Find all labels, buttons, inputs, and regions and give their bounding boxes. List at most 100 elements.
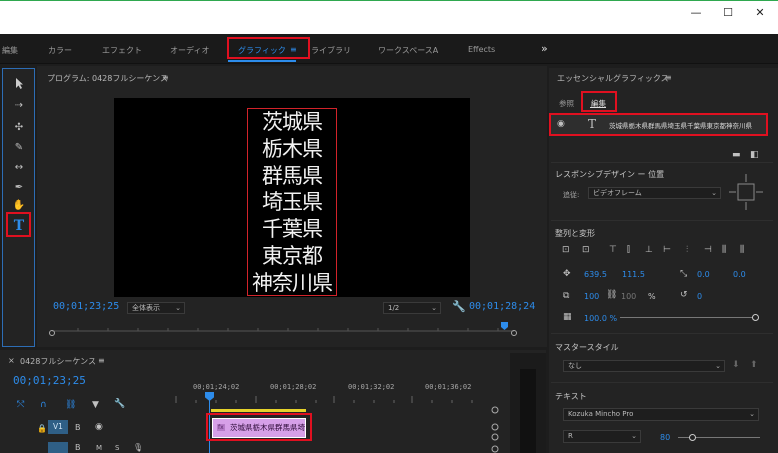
- type-tool-icon[interactable]: T: [11, 219, 27, 233]
- track-keyframe-circles[interactable]: [488, 405, 502, 453]
- font-size-value[interactable]: 80: [660, 433, 670, 442]
- a1-sync-icon[interactable]: B: [75, 443, 81, 452]
- new-folder-icon[interactable]: ▬: [732, 150, 741, 160]
- align-left-icon[interactable]: ⊢: [663, 245, 671, 255]
- track-source-v1[interactable]: V1: [48, 420, 68, 434]
- workspace-menu-icon[interactable]: ≡: [290, 45, 297, 54]
- distribute-h-icon[interactable]: ⫼: [722, 245, 726, 255]
- wrench-icon[interactable]: 🔧: [452, 300, 466, 313]
- timeline-menu-icon[interactable]: ≡: [98, 356, 105, 365]
- pen-tool-icon[interactable]: ✒: [11, 181, 27, 195]
- slip-tool-icon[interactable]: ↔: [11, 161, 27, 175]
- track-select-tool-icon[interactable]: ⇢: [11, 99, 27, 113]
- program-monitor-title: プログラム: 0428フルシーケンス: [47, 74, 168, 83]
- scale-value[interactable]: 100: [584, 292, 599, 301]
- linked-selection-icon[interactable]: ⛓: [65, 400, 76, 410]
- magnet-icon[interactable]: ∩: [40, 400, 47, 410]
- track-source-a1[interactable]: [48, 442, 68, 453]
- lock-icon[interactable]: 🔒: [37, 424, 47, 433]
- position-icon: ✥: [563, 269, 571, 279]
- timeline-ruler[interactable]: [172, 392, 502, 404]
- align-right-icon[interactable]: ⊣: [704, 245, 712, 255]
- program-timecode-in[interactable]: 00;01;23;25: [53, 301, 119, 312]
- rotation-value[interactable]: 0: [697, 292, 702, 301]
- pin-widget[interactable]: [728, 173, 764, 211]
- pin-to-select[interactable]: ビデオフレーム ⌄: [588, 187, 721, 199]
- eye-icon[interactable]: ◉: [95, 422, 103, 432]
- playhead-line: [209, 400, 210, 453]
- work-area-bar[interactable]: [211, 409, 306, 412]
- anchor-x-value[interactable]: 0.0: [697, 270, 710, 279]
- master-style-label: マスタースタイル: [555, 343, 619, 352]
- maximize-button[interactable]: ☐: [718, 5, 738, 21]
- selection-tool-icon[interactable]: [11, 77, 27, 91]
- zoom-select[interactable]: 全体表示 ⌄: [127, 302, 185, 314]
- hand-tool-icon[interactable]: ✋: [11, 199, 27, 213]
- video-text-line: 神奈川県: [252, 270, 333, 295]
- video-text-box[interactable]: 茨城県 栃木県 群馬県 埼玉県 千葉県 東京都 神奈川県: [247, 108, 337, 296]
- program-menu-icon[interactable]: ≡: [162, 73, 169, 82]
- workspace-more-icon[interactable]: »: [541, 42, 548, 55]
- anchor-y-value[interactable]: 0.0: [733, 270, 746, 279]
- marker-icon[interactable]: ▼: [92, 400, 99, 410]
- new-layer-icon[interactable]: ◧: [750, 150, 759, 160]
- snap-icon[interactable]: ⤲: [17, 400, 24, 410]
- font-size-slider-handle[interactable]: [689, 434, 696, 441]
- workspace-tab-graphics[interactable]: グラフィック: [238, 45, 286, 56]
- layer-eye-icon[interactable]: ◉: [557, 119, 565, 129]
- timeline-close-icon[interactable]: ×: [8, 356, 15, 365]
- mute-button[interactable]: M: [96, 444, 102, 452]
- sync-lock-icon[interactable]: B: [75, 423, 81, 432]
- close-button[interactable]: ✕: [750, 5, 770, 21]
- align-vertical-center-icon[interactable]: ⊡: [562, 245, 570, 255]
- eg-layer-row[interactable]: ◉ T 茨城県栃木県群馬県埼玉県千葉県東京都神奈川県: [551, 115, 766, 134]
- opacity-slider[interactable]: [620, 317, 755, 318]
- text-layer-icon: T: [588, 117, 597, 131]
- program-scrub-bar[interactable]: [48, 322, 518, 336]
- video-text-line: 埼玉県: [262, 190, 323, 215]
- eg-menu-icon[interactable]: ≡: [665, 73, 672, 82]
- position-y-value[interactable]: 111.5: [622, 270, 645, 279]
- align-top-icon[interactable]: ⊤: [609, 245, 617, 255]
- font-select-value: Kozuka Mincho Pro: [568, 410, 634, 418]
- razor-tool-icon[interactable]: ✎: [11, 141, 27, 155]
- master-style-select[interactable]: なし ⌄: [563, 360, 725, 372]
- font-style-select[interactable]: R ⌄: [563, 430, 641, 443]
- audio-meter-track: [520, 369, 536, 453]
- timeline-clip[interactable]: fx 茨城県栃木県群馬県埼: [212, 418, 306, 438]
- eg-tab-browse[interactable]: 参照: [559, 98, 574, 109]
- ruler-label: 00;01;28;02: [270, 383, 317, 391]
- workspace-tab-libraries[interactable]: ライブラリ: [311, 45, 351, 56]
- solo-button[interactable]: S: [115, 444, 119, 452]
- opacity-slider-handle[interactable]: [752, 314, 759, 321]
- timeline-wrench-icon[interactable]: 🔧: [114, 399, 125, 409]
- opacity-value[interactable]: 100.0 %: [584, 314, 617, 323]
- minimize-button[interactable]: —: [686, 5, 706, 21]
- align-center-icon[interactable]: ⫶: [686, 245, 688, 255]
- workspace-tab-effects-en[interactable]: Effects: [468, 45, 495, 54]
- workspace-tab-edit[interactable]: 編集: [2, 45, 18, 56]
- divider: [551, 382, 773, 383]
- workspace-tab-workspace-a[interactable]: ワークスペースA: [378, 45, 438, 56]
- timeline-timecode[interactable]: 00;01;23;25: [13, 374, 86, 387]
- timeline-title[interactable]: 0428フルシーケンス: [20, 356, 96, 367]
- upload-style-icon[interactable]: ⬆: [750, 360, 758, 370]
- divider: [551, 220, 773, 221]
- font-select[interactable]: Kozuka Mincho Pro ⌄: [563, 408, 759, 421]
- anchor-point-icon: ⤡: [680, 269, 688, 279]
- eg-layer-name: 茨城県栃木県群馬県埼玉県千葉県東京都神奈川県: [609, 122, 752, 130]
- link-scale-icon[interactable]: ⛓: [606, 290, 617, 300]
- workspace-tab-audio[interactable]: オーディオ: [170, 45, 209, 56]
- microphone-icon[interactable]: 🎙: [133, 443, 143, 452]
- align-horizontal-center-icon[interactable]: ⊡: [582, 245, 590, 255]
- workspace-tab-effects[interactable]: エフェクト: [102, 45, 142, 56]
- align-bottom-icon[interactable]: ⊥: [645, 245, 653, 255]
- align-middle-icon[interactable]: ⫿: [627, 245, 630, 255]
- workspace-tab-color[interactable]: カラー: [48, 45, 72, 56]
- resolution-select[interactable]: 1/2 ⌄: [383, 302, 441, 314]
- ripple-edit-tool-icon[interactable]: ✣: [11, 121, 27, 135]
- download-style-icon[interactable]: ⬇: [732, 360, 740, 370]
- distribute-v-icon[interactable]: ⫼: [740, 245, 744, 255]
- eg-title: エッセンシャルグラフィックス: [557, 74, 669, 83]
- position-x-value[interactable]: 639.5: [584, 270, 607, 279]
